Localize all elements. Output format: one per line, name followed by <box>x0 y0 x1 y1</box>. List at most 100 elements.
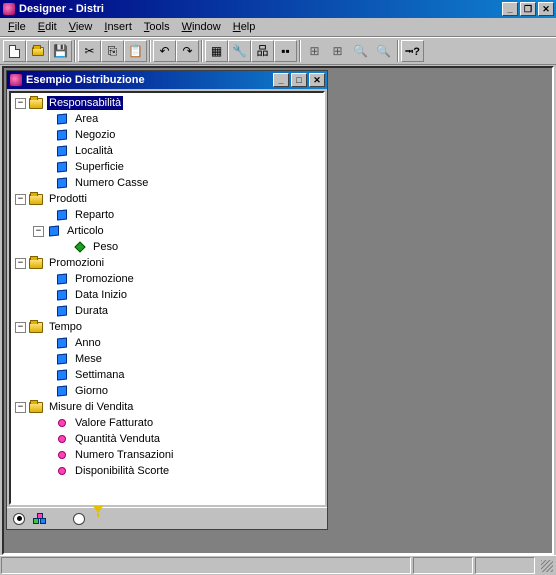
menubar: File Edit View Insert Tools Window Help <box>0 18 556 37</box>
app-title: Designer - Distri <box>19 3 500 15</box>
tree-node-prodotti[interactable]: Prodotti <box>47 192 89 206</box>
context-help-button[interactable]: ⭲? <box>401 40 424 62</box>
view-mode-dimensions-radio[interactable] <box>13 513 25 525</box>
schema-button[interactable]: ▦ <box>205 40 228 62</box>
dot-icon <box>54 448 70 462</box>
tree-node-promozione[interactable]: Promozione <box>73 272 136 286</box>
dot-icon <box>54 464 70 478</box>
tree-node-anno[interactable]: Anno <box>73 336 103 350</box>
redo-button[interactable]: ↷ <box>176 40 199 62</box>
zoomfit-button[interactable]: 🔍 <box>349 40 372 62</box>
funnel-icon <box>93 513 103 525</box>
expand-toggle[interactable]: − <box>15 402 26 413</box>
expand-toggle[interactable]: − <box>33 226 44 237</box>
restore-button[interactable]: ❐ <box>520 2 536 16</box>
folder-icon <box>28 192 44 206</box>
statusbar <box>0 555 556 575</box>
menu-insert[interactable]: Insert <box>98 19 138 35</box>
dot-icon <box>54 416 70 430</box>
tree-view[interactable]: − Responsabilità Area Negozio Località S… <box>9 91 325 505</box>
expand-toggle[interactable]: − <box>15 258 26 269</box>
tree-node-valorefatturato[interactable]: Valore Fatturato <box>73 416 155 430</box>
view-mode-filter-radio[interactable] <box>73 513 85 525</box>
cube-icon <box>54 368 70 382</box>
tree-node-negozio[interactable]: Negozio <box>73 128 117 142</box>
cube-icon <box>54 336 70 350</box>
menu-file[interactable]: File <box>2 19 32 35</box>
zoomregion-button[interactable]: 🔍 <box>372 40 395 62</box>
folder-icon <box>28 96 44 110</box>
cubes-icon <box>33 513 47 525</box>
main-titlebar: Designer - Distri _ ❐ ✕ <box>0 0 556 18</box>
zoom1-button[interactable]: ⊞ <box>303 40 326 62</box>
tree-node-misure[interactable]: Misure di Vendita <box>47 400 135 414</box>
expand-toggle[interactable]: − <box>15 194 26 205</box>
cube-icon <box>54 112 70 126</box>
tree-node-articolo[interactable]: Articolo <box>65 224 106 238</box>
cube-icon <box>54 208 70 222</box>
tree-node-datainizio[interactable]: Data Inizio <box>73 288 129 302</box>
align-button[interactable]: ▪▪ <box>274 40 297 62</box>
menu-window[interactable]: Window <box>176 19 227 35</box>
tree-node-giorno[interactable]: Giorno <box>73 384 110 398</box>
child-minimize-button[interactable]: _ <box>273 73 289 87</box>
tree-node-area[interactable]: Area <box>73 112 100 126</box>
tools-button[interactable]: 🔧 <box>228 40 251 62</box>
child-titlebar: Esempio Distribuzione _ □ ✕ <box>7 71 327 89</box>
tree-node-localita[interactable]: Località <box>73 144 115 158</box>
tree-node-peso[interactable]: Peso <box>91 240 120 254</box>
new-button[interactable] <box>3 40 26 62</box>
undo-button[interactable]: ↶ <box>153 40 176 62</box>
copy-button[interactable]: ⎘ <box>101 40 124 62</box>
folder-icon <box>28 256 44 270</box>
cube-icon <box>54 304 70 318</box>
zoom2-button[interactable]: ⊞ <box>326 40 349 62</box>
menu-help[interactable]: Help <box>227 19 262 35</box>
status-main <box>1 557 411 574</box>
tree-node-numerotransazioni[interactable]: Numero Transazioni <box>73 448 175 462</box>
resize-grip[interactable] <box>537 557 555 574</box>
tree-node-mese[interactable]: Mese <box>73 352 104 366</box>
tree-node-disponibilitascorte[interactable]: Disponibilità Scorte <box>73 464 171 478</box>
open-button[interactable] <box>26 40 49 62</box>
folder-icon <box>28 320 44 334</box>
tree-node-quantitavenduta[interactable]: Quantità Venduta <box>73 432 162 446</box>
app-icon <box>2 2 16 16</box>
menu-edit[interactable]: Edit <box>32 19 63 35</box>
close-button[interactable]: ✕ <box>538 2 554 16</box>
child-window: Esempio Distribuzione _ □ ✕ − Responsabi… <box>6 70 328 530</box>
tree-node-superficie[interactable]: Superficie <box>73 160 126 174</box>
tree-node-tempo[interactable]: Tempo <box>47 320 84 334</box>
child-maximize-button[interactable]: □ <box>291 73 307 87</box>
minimize-button[interactable]: _ <box>502 2 518 16</box>
cube-icon <box>54 288 70 302</box>
cut-button[interactable]: ✂ <box>78 40 101 62</box>
cube-icon <box>54 176 70 190</box>
cube-icon <box>46 224 62 238</box>
tree-node-settimana[interactable]: Settimana <box>73 368 127 382</box>
menu-view[interactable]: View <box>63 19 99 35</box>
tree-node-responsabilita[interactable]: Responsabilità <box>47 96 123 110</box>
expand-toggle[interactable]: − <box>15 322 26 333</box>
cube-icon <box>54 272 70 286</box>
mdi-client: Esempio Distribuzione _ □ ✕ − Responsabi… <box>2 66 554 555</box>
child-close-button[interactable]: ✕ <box>309 73 325 87</box>
cube-icon <box>54 144 70 158</box>
menu-tools[interactable]: Tools <box>138 19 176 35</box>
tree-node-reparto[interactable]: Reparto <box>73 208 116 222</box>
save-button[interactable]: 💾 <box>49 40 72 62</box>
diamond-icon <box>72 240 88 254</box>
tree-node-promozioni[interactable]: Promozioni <box>47 256 106 270</box>
toolbar: 💾 ✂ ⎘ 📋 ↶ ↷ ▦ 🔧 品 ▪▪ ⊞ ⊞ 🔍 🔍 ⭲? <box>0 37 556 65</box>
child-footer <box>7 507 327 529</box>
folder-icon <box>28 400 44 414</box>
hierarchy-button[interactable]: 品 <box>251 40 274 62</box>
paste-button[interactable]: 📋 <box>124 40 147 62</box>
cube-icon <box>54 352 70 366</box>
expand-toggle[interactable]: − <box>15 98 26 109</box>
child-title: Esempio Distribuzione <box>26 74 271 86</box>
tree-node-numerocasse[interactable]: Numero Casse <box>73 176 150 190</box>
status-cell-2 <box>475 557 535 574</box>
status-cell-1 <box>413 557 473 574</box>
tree-node-durata[interactable]: Durata <box>73 304 110 318</box>
